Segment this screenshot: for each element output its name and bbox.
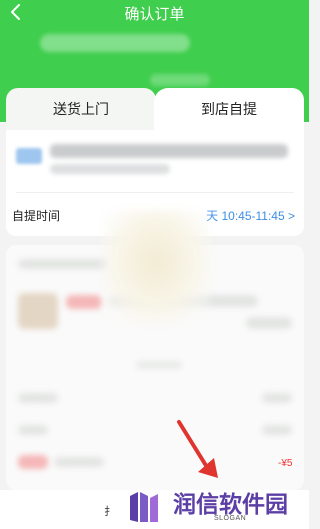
blurred-product-tag (66, 295, 102, 309)
blurred-row-value (262, 393, 292, 403)
blurred-product-image (18, 293, 58, 329)
bottom-partial-text: 扌 (104, 506, 115, 518)
tab-pickup[interactable]: 到店自提 (154, 88, 304, 132)
blurred-expand-link (136, 361, 182, 369)
tab-delivery-label: 送货上门 (53, 101, 109, 117)
blurred-row-value (262, 425, 292, 435)
blurred-store-address-line2 (50, 164, 170, 174)
watermark-logo-icon (130, 492, 158, 522)
blurred-discount-badge (18, 455, 48, 469)
blurred-section-title (18, 259, 108, 269)
blurred-discount-text (54, 457, 104, 467)
store-location-icon (16, 148, 42, 164)
blurred-popup-overlay (102, 210, 210, 325)
tab-delivery[interactable]: 送货上门 (6, 88, 156, 132)
watermark-brand-name: 润信软件园 (173, 491, 288, 517)
pickup-time-selector[interactable]: 天 10:45-11:45 > (206, 207, 295, 224)
tab-pickup-label: 到店自提 (201, 101, 257, 117)
blurred-store-info (40, 34, 190, 52)
blurred-product-price (246, 317, 292, 329)
page-title: 确认订单 (124, 6, 185, 23)
blurred-row-label (18, 393, 58, 403)
pickup-time-label: 自提时间 (12, 209, 61, 223)
delivery-mode-tabs: 送货上门 到店自提 (6, 88, 304, 132)
discount-price-tag: -¥5 (278, 458, 293, 469)
blurred-store-subtext (150, 74, 210, 86)
divider (16, 192, 294, 193)
watermark-slogan: SLOGAN (214, 515, 247, 522)
blurred-row-label (18, 425, 48, 435)
blurred-store-address (50, 144, 288, 158)
